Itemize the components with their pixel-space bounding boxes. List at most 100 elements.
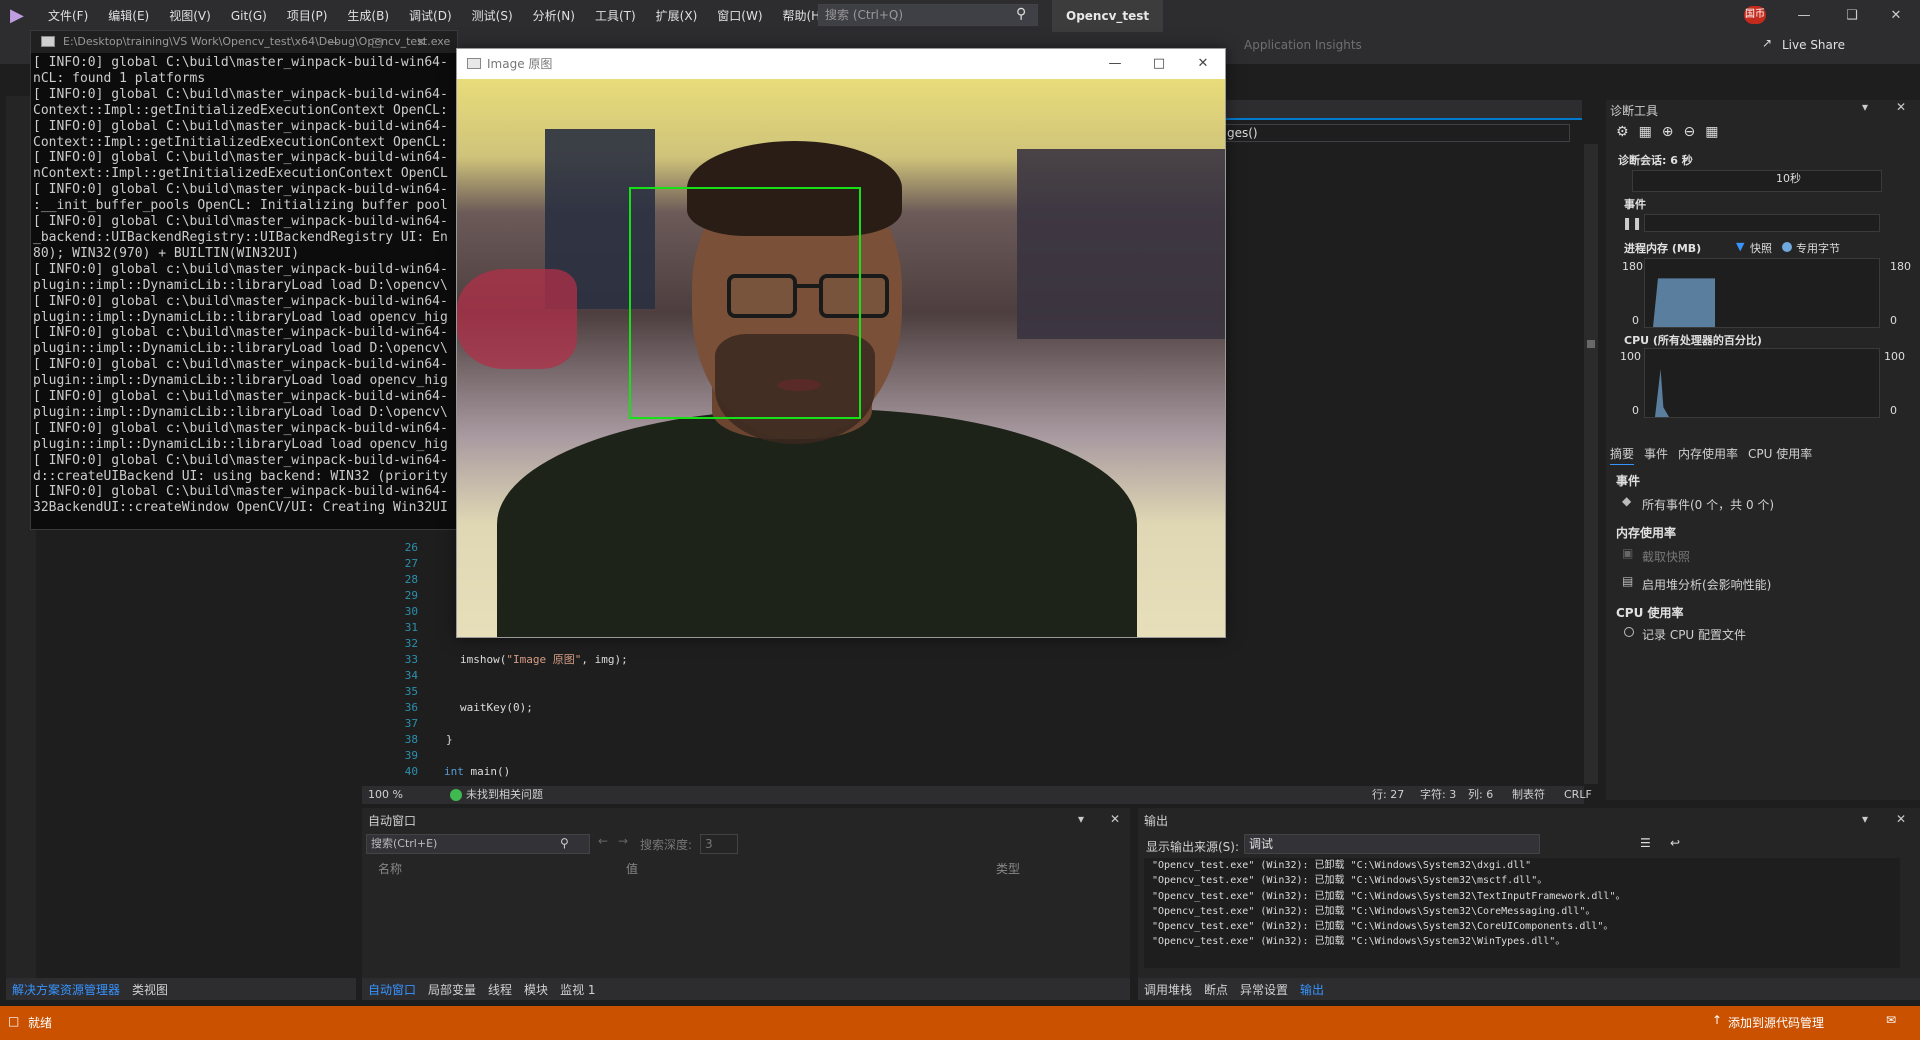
console-line: [ INFO:0] global c:\build\master_winpack… (33, 293, 448, 309)
console-line: [ INFO:0] global C:\build\master_winpack… (33, 55, 448, 70)
column-type[interactable]: 类型 (996, 860, 1020, 877)
pin-icon[interactable]: ▾ (1862, 100, 1868, 114)
tab-locals[interactable]: 局部变量 (422, 981, 482, 998)
close-icon[interactable]: ✕ (1181, 49, 1225, 79)
menu-file[interactable]: 文件(F) (38, 0, 98, 32)
tab-events[interactable]: 事件 (1644, 445, 1668, 465)
menu-build[interactable]: 生成(B) (337, 0, 399, 32)
restore-icon[interactable]: ❑ (1832, 0, 1872, 32)
console-line: d::createUIBackend UI: using backend: WI… (33, 468, 448, 484)
search-icon[interactable]: ⚲ (560, 836, 569, 850)
output-line: "Opencv_test.exe" (Win32): 已加载 "C:\Windo… (1152, 921, 1614, 933)
console-line: [ INFO:0] global C:\build\master_winpack… (33, 484, 448, 500)
back-arrow-icon[interactable]: ← (598, 834, 608, 848)
column-value[interactable]: 值 (626, 860, 638, 877)
tab-breakpoints[interactable]: 断点 (1198, 981, 1234, 998)
close-icon[interactable]: ✕ (1110, 812, 1120, 826)
minimize-icon[interactable]: — (1784, 0, 1824, 32)
reset-view-icon[interactable]: ▦ (1705, 124, 1718, 146)
search-depth-select[interactable]: 3 (700, 834, 738, 854)
zoom-level[interactable]: 100 % (368, 786, 403, 804)
line-number: 38 (404, 733, 418, 746)
search-input[interactable]: 搜索 (Ctrl+Q) (818, 4, 1038, 26)
line-number: 36 (404, 701, 418, 714)
close-icon[interactable]: ✕ (1876, 0, 1916, 32)
heap-profiling-button[interactable]: 启用堆分析(会影响性能) (1642, 576, 1771, 593)
menu-test[interactable]: 测试(S) (462, 0, 523, 32)
visual-studio-logo-icon[interactable]: ▶ (10, 5, 32, 27)
line-ending[interactable]: CRLF (1564, 786, 1592, 804)
scrollbar-thumb[interactable] (1587, 340, 1595, 348)
output-source-select[interactable]: 调试 (1244, 834, 1540, 854)
menu-tools[interactable]: 工具(T) (585, 0, 646, 32)
menu-window[interactable]: 窗口(W) (707, 0, 772, 32)
take-snapshot-button[interactable]: 截取快照 (1642, 548, 1690, 565)
record-cpu-profile-button[interactable]: 记录 CPU 配置文件 (1642, 626, 1746, 643)
image-window[interactable]: Image 原图 — □ ✕ (456, 48, 1226, 638)
member-navigation-dropdown[interactable]: ges() (1222, 124, 1570, 142)
all-events-link[interactable]: 所有事件(0 个，共 0 个) (1642, 496, 1774, 513)
menu-debug[interactable]: 调试(D) (399, 0, 462, 32)
tab-solution-explorer[interactable]: 解决方案资源管理器 (6, 981, 126, 998)
console-line: plugin::impl::DynamicLib::libraryLoad lo… (33, 277, 448, 293)
console-line: plugin::impl::DynamicLib::libraryLoad lo… (33, 404, 448, 420)
tab-memory-usage[interactable]: 内存使用率 (1678, 445, 1738, 465)
pin-icon[interactable]: ▾ (1078, 812, 1084, 826)
pause-icon[interactable]: ❚❚ (1622, 216, 1642, 230)
indent-mode[interactable]: 制表符 (1512, 786, 1545, 804)
tab-exception-settings[interactable]: 异常设置 (1234, 981, 1294, 998)
pin-icon[interactable]: ▾ (1862, 812, 1868, 826)
search-icon[interactable]: ⚲ (1016, 6, 1026, 22)
close-icon[interactable]: ✕ (1896, 812, 1906, 826)
menu-view[interactable]: 视图(V) (159, 0, 221, 32)
issues-indicator[interactable]: 未找到相关问题 (466, 786, 543, 804)
menu-extensions[interactable]: 扩展(X) (646, 0, 708, 32)
tab-summary[interactable]: 摘要 (1610, 445, 1635, 465)
clear-all-icon[interactable]: ☰ (1640, 836, 1651, 850)
application-insights-button[interactable]: Application Insights (1244, 38, 1362, 52)
user-avatar[interactable]: 国币 (1744, 6, 1766, 24)
editor-vertical-scrollbar[interactable] (1584, 144, 1598, 784)
tab-autos[interactable]: 自动窗口 (362, 981, 422, 998)
timeline-ruler[interactable] (1632, 170, 1882, 192)
memory-legend-snapshot: 快照 (1750, 242, 1772, 255)
line-number: 33 (404, 653, 418, 666)
add-to-source-control-button[interactable]: 添加到源代码管理 (1728, 1014, 1824, 1031)
tab-class-view[interactable]: 类视图 (126, 981, 174, 998)
tab-cpu-usage[interactable]: CPU 使用率 (1748, 445, 1812, 465)
tab-threads[interactable]: 线程 (482, 981, 518, 998)
word-wrap-icon[interactable]: ↩ (1670, 836, 1680, 850)
autos-search-input[interactable]: 搜索(Ctrl+E) (366, 834, 590, 854)
console-window[interactable]: E:\Desktop\training\VS Work\Opencv_test\… (30, 30, 458, 530)
export-icon[interactable]: ▦ (1639, 124, 1652, 146)
gear-icon[interactable]: ⚙ (1616, 124, 1629, 146)
console-line: :__init_buffer_pools OpenCL: Initializin… (33, 198, 448, 214)
menu-git[interactable]: Git(G) (221, 0, 277, 32)
tab-watch-1[interactable]: 监视 1 (554, 981, 601, 998)
output-text[interactable]: "Opencv_test.exe" (Win32): 已卸载 "C:\Windo… (1144, 858, 1900, 968)
tab-output[interactable]: 输出 (1294, 981, 1330, 998)
notifications-icon[interactable]: ✉ (1886, 1013, 1896, 1027)
forward-arrow-icon[interactable]: → (618, 834, 628, 848)
menu-edit[interactable]: 编辑(E) (98, 0, 159, 32)
events-header[interactable]: 事件 (1624, 196, 1646, 212)
live-share-button[interactable]: Live Share (1782, 38, 1845, 52)
minimize-icon[interactable]: — (1093, 49, 1137, 79)
close-icon[interactable]: ✕ (399, 31, 443, 53)
zoom-out-icon[interactable]: ⊖ (1684, 124, 1696, 146)
menu-analyze[interactable]: 分析(N) (523, 0, 585, 32)
zoom-in-icon[interactable]: ⊕ (1662, 124, 1674, 146)
menu-project[interactable]: 项目(P) (277, 0, 338, 32)
maximize-icon[interactable]: □ (355, 31, 399, 53)
tab-call-stack[interactable]: 调用堆栈 (1138, 981, 1198, 998)
memory-header[interactable]: 进程内存 (MB) (1624, 240, 1701, 256)
close-icon[interactable]: ✕ (1896, 100, 1906, 114)
tab-modules[interactable]: 模块 (518, 981, 554, 998)
line-number: 26 (404, 541, 418, 554)
maximize-icon[interactable]: □ (1137, 49, 1181, 79)
left-panel-tabs: 解决方案资源管理器 类视图 (6, 978, 356, 1000)
minimize-icon[interactable]: — (311, 31, 355, 53)
cpu-header[interactable]: CPU (所有处理器的百分比) (1624, 332, 1762, 348)
snapshot-icon: ▼ (1736, 240, 1745, 253)
column-name[interactable]: 名称 (378, 860, 402, 877)
